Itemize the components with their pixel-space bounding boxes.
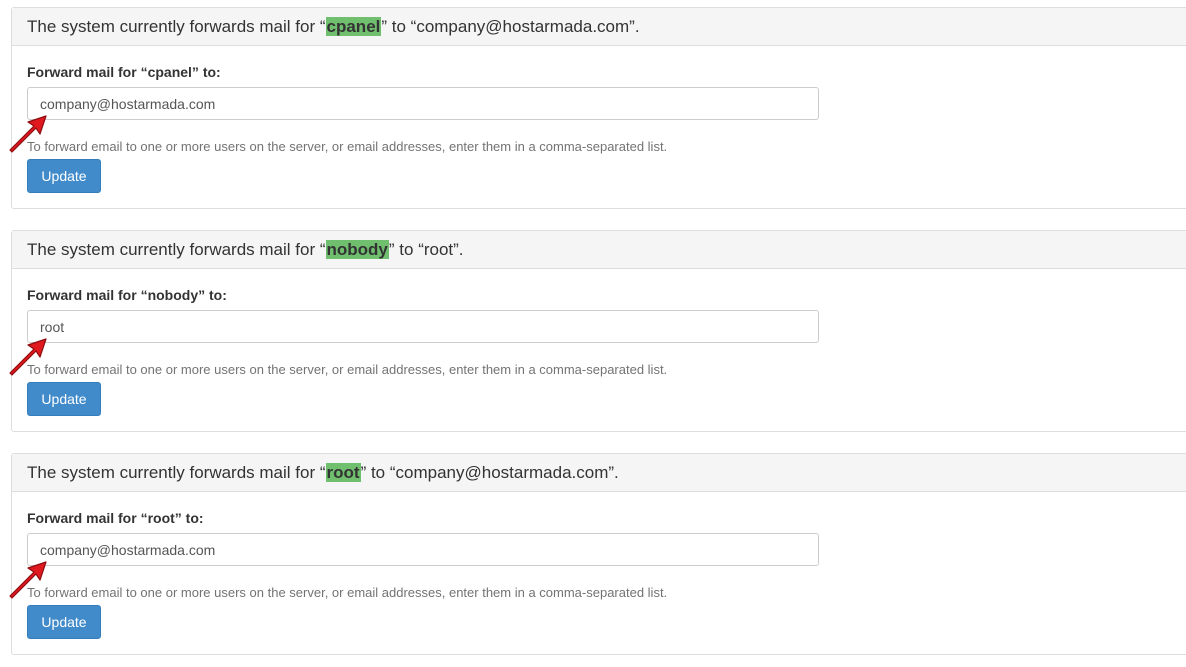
heading-suffix: ” to “company@hostarmada.com”. xyxy=(360,463,619,482)
highlighted-username: cpanel xyxy=(325,17,382,36)
highlighted-username: root xyxy=(325,463,361,482)
forward-field-label: Forward mail for “nobody” to: xyxy=(27,287,227,303)
help-text: To forward email to one or more users on… xyxy=(27,139,668,154)
red-arrow-icon xyxy=(9,115,47,153)
heading-prefix: The system currently forwards mail for “ xyxy=(27,17,326,36)
forwarder-panel-root: The system currently forwards mail for “… xyxy=(11,453,1186,655)
heading-suffix: ” to “company@hostarmada.com”. xyxy=(381,17,640,36)
forward-field-label: Forward mail for “root” to: xyxy=(27,510,204,526)
help-text: To forward email to one or more users on… xyxy=(27,585,668,600)
highlighted-username: nobody xyxy=(325,240,389,259)
red-arrow-icon xyxy=(9,561,47,599)
panel-heading: The system currently forwards mail for “… xyxy=(12,8,1186,46)
forwarder-panel-cpanel: The system currently forwards mail for “… xyxy=(11,7,1186,209)
update-button[interactable]: Update xyxy=(27,382,101,416)
forward-address-input[interactable] xyxy=(27,533,819,566)
heading-suffix: ” to “root”. xyxy=(388,240,464,259)
update-button[interactable]: Update xyxy=(27,159,101,193)
help-text: To forward email to one or more users on… xyxy=(27,362,668,377)
forward-address-input[interactable] xyxy=(27,87,819,120)
heading-prefix: The system currently forwards mail for “ xyxy=(27,240,326,259)
update-button[interactable]: Update xyxy=(27,605,101,639)
forward-field-label: Forward mail for “cpanel” to: xyxy=(27,64,221,80)
panel-heading: The system currently forwards mail for “… xyxy=(12,231,1186,269)
forward-address-input[interactable] xyxy=(27,310,819,343)
red-arrow-icon xyxy=(9,338,47,376)
panel-heading: The system currently forwards mail for “… xyxy=(12,454,1186,492)
forwarder-panel-nobody: The system currently forwards mail for “… xyxy=(11,230,1186,432)
heading-prefix: The system currently forwards mail for “ xyxy=(27,463,326,482)
